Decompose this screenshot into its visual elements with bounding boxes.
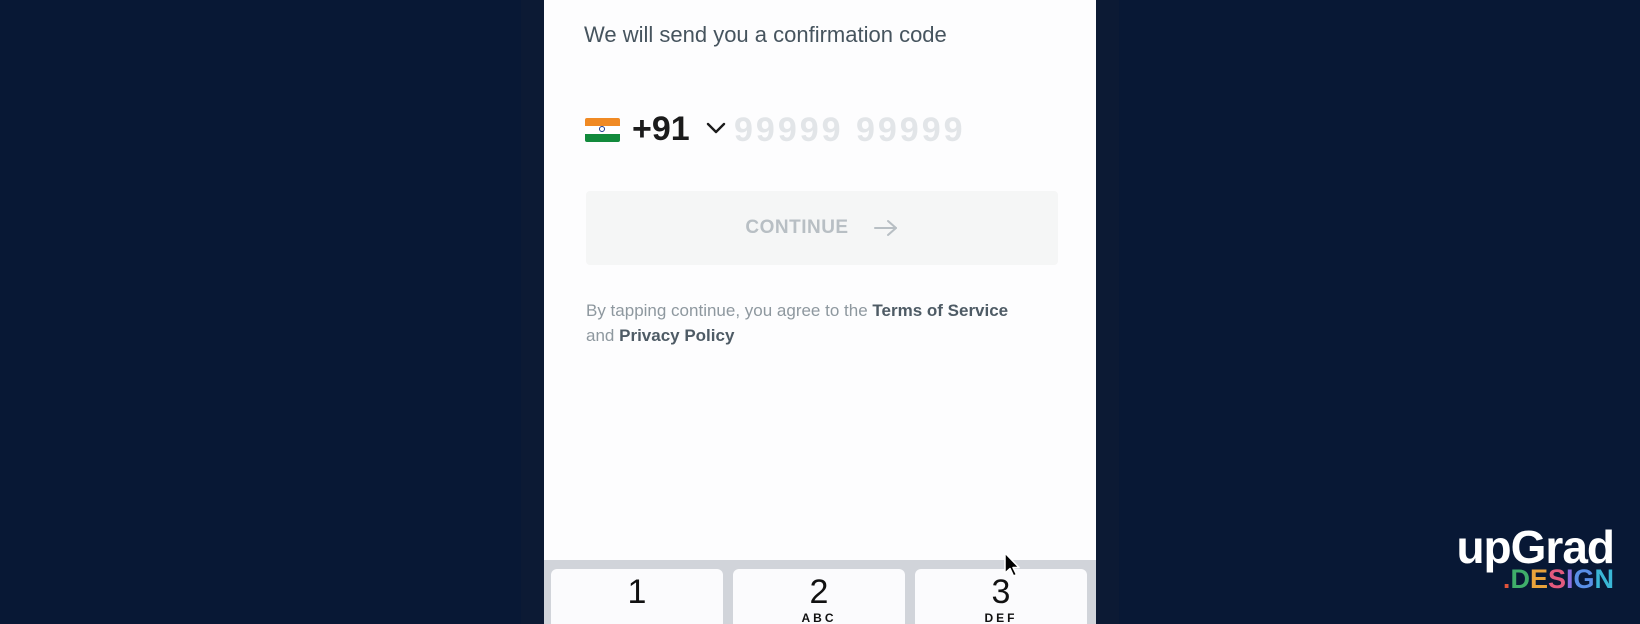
subtitle: We will send you a confirmation code [584,22,947,47]
key-number: 2 [809,573,829,611]
key-number: 1 [627,573,647,611]
legal-text: By tapping continue, you agree to the Te… [586,298,1056,348]
upgrad-design-logo: upGrad .DESIGN [1434,520,1615,600]
phone-screen: We will send you a confirmation code +91… [544,0,1096,624]
chevron-down-icon[interactable] [705,118,727,138]
phone-number-input[interactable] [734,110,1054,150]
phone-number-row: +91 [584,110,1064,150]
key-letters: DEF [984,611,1018,624]
key-2[interactable]: 2 ABC [733,569,905,624]
country-code[interactable]: +91 [632,110,690,149]
india-flag-icon[interactable] [585,118,620,142]
continue-label: CONTINUE [745,217,849,238]
privacy-policy-link[interactable]: Privacy Policy [619,326,734,345]
key-number: 3 [991,573,1011,611]
legal-and: and [586,326,615,345]
key-3[interactable]: 3 DEF [915,569,1087,624]
continue-button[interactable]: CONTINUE [586,191,1058,265]
legal-prefix: By tapping continue, you agree to the [586,301,868,320]
key-1[interactable]: 1 [551,569,723,624]
terms-of-service-link[interactable]: Terms of Service [872,301,1008,320]
logo-sub-text: .DESIGN [1502,564,1614,594]
arrow-right-icon [873,220,897,236]
mouse-cursor-icon [1004,552,1020,577]
key-letters: ABC [801,611,837,624]
